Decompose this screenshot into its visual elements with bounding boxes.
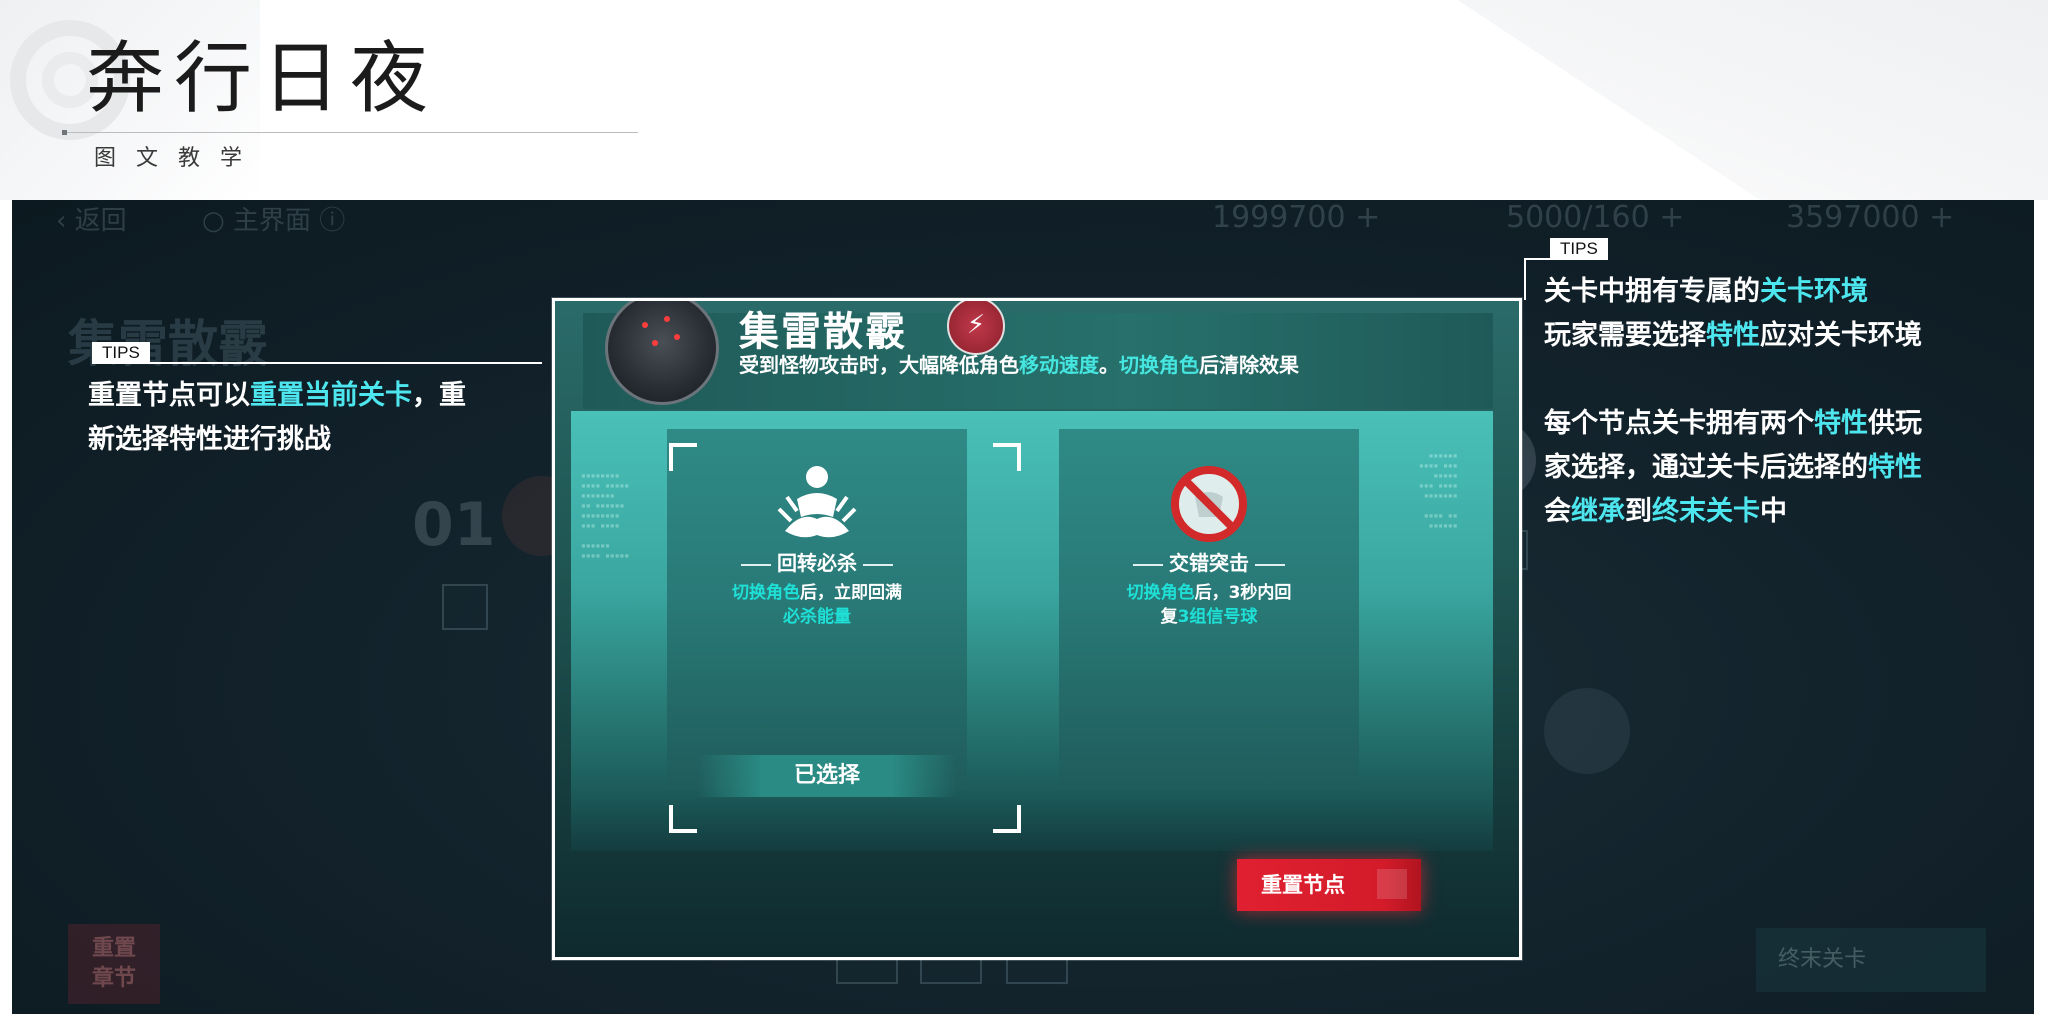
trait-desc-highlight: 必杀能量 <box>783 607 851 627</box>
tips-text: 会 <box>1544 496 1571 527</box>
tips-text: 供玩 <box>1868 408 1922 439</box>
selected-indicator: 已选择 <box>697 755 957 797</box>
env-desc-text: 。 <box>1099 353 1119 377</box>
reset-chapter-line1: 重置 <box>91 936 136 961</box>
reset-node-label: 重置节点 <box>1261 873 1345 897</box>
stage-environment-dialog: ▪▪▪▪▪▪▪▪ ▪▪▪▪ ▪▪▪▪▪ ▪▪▪▪▪▪▪ ▪▪ ▪▪▪▪▪▪ ▪▪… <box>552 298 1522 960</box>
selection-corner <box>993 805 1021 833</box>
resource-counter-2: 5000/160 + <box>1506 200 1685 235</box>
trait-name: 回转必杀 <box>667 547 967 576</box>
trait-desc-highlight: 切换角色 <box>732 583 800 603</box>
home-button[interactable]: ○ 主界面 ⓘ <box>202 200 345 237</box>
trait-name: 交错突击 <box>1059 547 1359 576</box>
env-desc-highlight: 移动速度 <box>1019 353 1099 377</box>
trait-desc-text: 复 <box>1160 607 1178 627</box>
final-stage-button[interactable]: 终末关卡 <box>1756 928 1986 992</box>
tips-text: 每个节点关卡拥有两个 <box>1544 408 1814 439</box>
page-title: 奔行日夜 <box>86 34 439 124</box>
reset-chapter-button[interactable]: 重置 章节 <box>68 924 160 1004</box>
tips-tag-right: TIPS <box>1550 238 1608 260</box>
resource-3-value: 3597000 <box>1786 200 1920 235</box>
tips-right-line-3: 每个节点关卡拥有两个特性供玩 <box>1544 402 2024 446</box>
selection-corner <box>993 443 1021 471</box>
avatar-light <box>652 340 658 346</box>
avatar-light <box>642 322 648 328</box>
avatar-light <box>674 334 680 340</box>
page-subtitle: 图文教学 <box>94 146 263 171</box>
tips-highlight: 关卡环境 <box>1760 276 1868 307</box>
tips-highlight: 重置当前关卡 <box>250 380 412 411</box>
reset-chapter-line2: 章节 <box>91 966 136 991</box>
tips-left-text: 重置节点可以重置当前关卡，重 新选择特性进行挑战 <box>88 374 548 462</box>
tips-right-line-2: 玩家需要选择特性应对关卡环境 <box>1544 314 2024 358</box>
tips-highlight: 特性 <box>1868 452 1922 483</box>
tips-highlight: 终末关卡 <box>1652 496 1760 527</box>
tips-right-line-5: 会继承到终末关卡中 <box>1544 490 2024 534</box>
meditating-figure-icon <box>777 466 857 538</box>
tips-highlight: 特性 <box>1814 408 1868 439</box>
back-label: 返回 <box>74 206 127 236</box>
tips-left-line-1: 重置节点可以重置当前关卡，重 <box>88 374 548 418</box>
env-desc-highlight: 切换角色 <box>1119 353 1199 377</box>
selection-corner <box>669 443 697 471</box>
trait-desc-text: 后，立即回满 <box>800 583 902 603</box>
env-desc-text: 受到怪物攻击时，大幅降低角色 <box>739 353 1019 377</box>
tips-right-text: 关卡中拥有专属的关卡环境 玩家需要选择特性应对关卡环境 每个节点关卡拥有两个特性… <box>1544 270 2024 534</box>
home-label: 主界面 <box>232 206 311 236</box>
tips-connector-right <box>1524 258 1526 300</box>
tips-left-line-2: 新选择特性进行挑战 <box>88 424 331 455</box>
tips-tag-left: TIPS <box>92 342 150 364</box>
trait-desc-highlight: 3组信号球 <box>1177 607 1258 627</box>
title-divider-dot <box>62 130 67 135</box>
env-desc-text: 后清除效果 <box>1199 353 1299 377</box>
header-decor-right <box>1457 0 2048 200</box>
tips-highlight: 继承 <box>1571 496 1625 527</box>
resource-counter-1: 1999700 + <box>1212 200 1381 235</box>
tips-text: 家选择，通过关卡后选择的 <box>1544 452 1868 483</box>
tips-text: 应对关卡环境 <box>1760 320 1922 351</box>
bg-stage-name: 集雷散霰 <box>68 315 268 373</box>
prohibited-icon <box>1171 466 1247 542</box>
environment-badge-icon: ⚡ <box>947 301 1005 355</box>
environment-description: 受到怪物攻击时，大幅降低角色移动速度。切换角色后清除效果 <box>739 349 1299 378</box>
tips-connector-left <box>92 362 542 364</box>
trait-description: 切换角色后，3秒内回 复3组信号球 <box>1079 581 1339 629</box>
trait-card-1[interactable]: 回转必杀 切换角色后，立即回满 必杀能量 <box>667 429 967 789</box>
decorative-text-lines: ▪▪▪▪▪▪ ▪▪▪▪ ▪▪▪ ▪▪▪▪▪ ▪▪▪ ▪▪▪▪ ▪▪▪▪▪▪▪ ▪… <box>1419 451 1458 530</box>
resource-1-value: 1999700 <box>1212 200 1346 235</box>
tips-text: 玩家需要选择 <box>1544 320 1706 351</box>
title-divider <box>64 132 638 133</box>
resource-counter-3: 3597000 + <box>1786 200 1955 235</box>
selection-corner <box>669 805 697 833</box>
tips-spacer <box>1544 358 2024 402</box>
avatar-light <box>664 316 670 322</box>
trait-description: 切换角色后，立即回满 必杀能量 <box>687 581 947 629</box>
decorative-text-lines: ▪▪▪▪▪▪▪▪ ▪▪▪▪ ▪▪▪▪▪ ▪▪▪▪▪▪▪ ▪▪ ▪▪▪▪▪▪ ▪▪… <box>581 471 630 560</box>
trait-desc-text: 后，3秒内回 <box>1194 583 1292 603</box>
back-button[interactable]: ‹ 返回 <box>56 200 127 237</box>
tips-right-line-1: 关卡中拥有专属的关卡环境 <box>1544 270 2024 314</box>
tips-text: 重置节点可以 <box>88 380 250 411</box>
resource-2-value: 5000/160 <box>1506 200 1650 235</box>
tips-highlight: 特性 <box>1706 320 1760 351</box>
trait-desc-highlight: 切换角色 <box>1126 583 1195 603</box>
node-number-01: 01 <box>412 490 496 560</box>
tips-connector-right <box>1524 258 1550 260</box>
bg-node-avatar <box>1544 688 1630 774</box>
trait-card-2[interactable]: 交错突击 切换角色后，3秒内回 复3组信号球 <box>1059 429 1359 789</box>
tips-text: 到 <box>1625 496 1652 527</box>
tips-right-line-4: 家选择，通过关卡后选择的特性 <box>1544 446 2024 490</box>
reset-node-icon <box>1377 869 1407 899</box>
tips-text: 关卡中拥有专属的 <box>1544 276 1760 307</box>
bg-trait-slot <box>442 584 488 630</box>
tips-text: 中 <box>1760 496 1787 527</box>
tips-text: ，重 <box>412 380 466 411</box>
reset-node-button[interactable]: 重置节点 <box>1237 859 1421 911</box>
